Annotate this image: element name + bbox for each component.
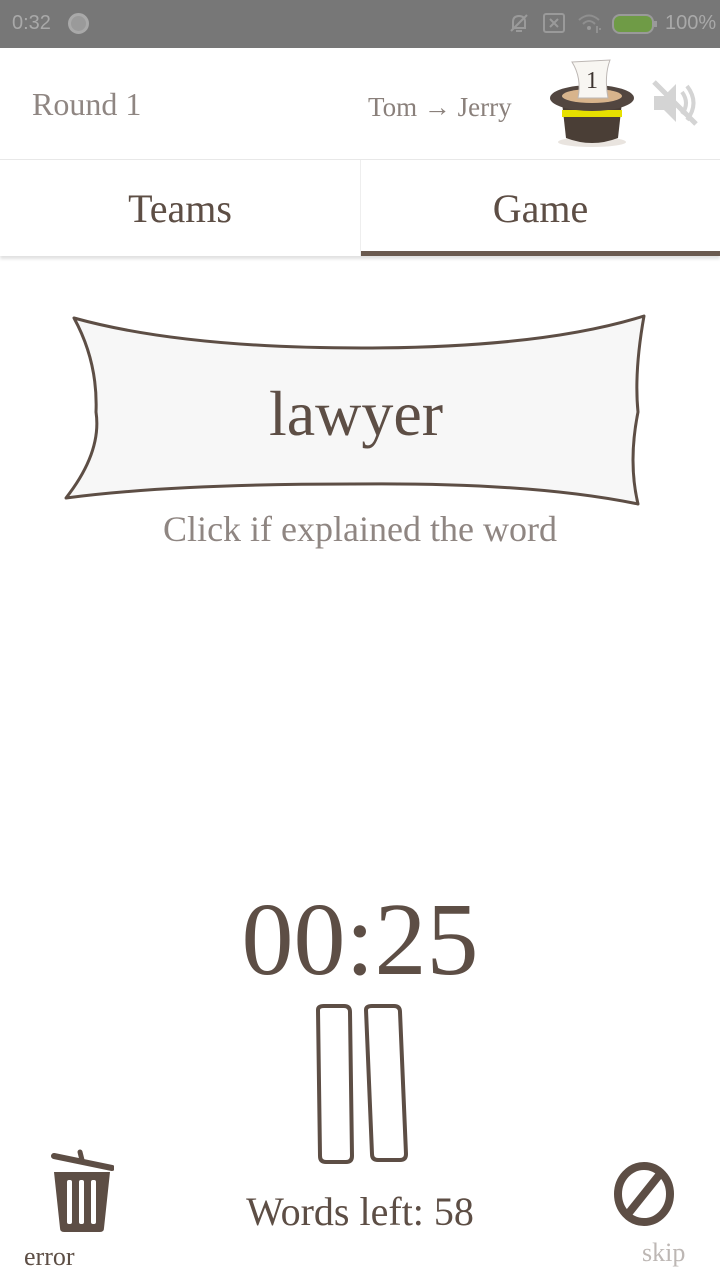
tab-bar: Teams Game [0, 160, 720, 256]
battery-percent: 100% [665, 12, 717, 34]
sim-off-icon [543, 13, 565, 33]
word-card[interactable]: lawyer [62, 312, 650, 508]
status-bar: 0:32 100% [0, 0, 720, 48]
skip-button[interactable]: skip [604, 1158, 704, 1272]
error-label: error [24, 1242, 75, 1271]
trash-icon [51, 1149, 114, 1232]
pause-button[interactable] [308, 1004, 414, 1168]
volume-off-icon [652, 80, 698, 126]
explained-hint[interactable]: Click if explained the word [0, 508, 720, 550]
skip-label: skip [642, 1238, 686, 1267]
app-header: Round 1 Tom → Jerry 1 [0, 48, 720, 160]
battery-charging-icon [612, 14, 657, 34]
wifi-icon [578, 14, 601, 33]
pause-icon [315, 1004, 409, 1164]
skip-icon [614, 1162, 674, 1226]
players-turn: Tom → Jerry [368, 92, 512, 122]
countdown-timer: 00:25 [241, 882, 479, 997]
hat-count: 1 [586, 68, 598, 94]
hat-icon: 1 [548, 58, 634, 150]
bell-off-icon [510, 14, 528, 32]
tab-game[interactable]: Game [360, 160, 720, 256]
round-label: Round 1 [32, 86, 142, 122]
tab-teams[interactable]: Teams [0, 160, 360, 256]
status-time: 0:32 [12, 12, 51, 34]
current-word: lawyer [268, 378, 444, 449]
error-button[interactable]: error [18, 1148, 114, 1272]
sound-toggle-button[interactable] [648, 76, 702, 130]
notification-dot-icon [68, 13, 89, 34]
